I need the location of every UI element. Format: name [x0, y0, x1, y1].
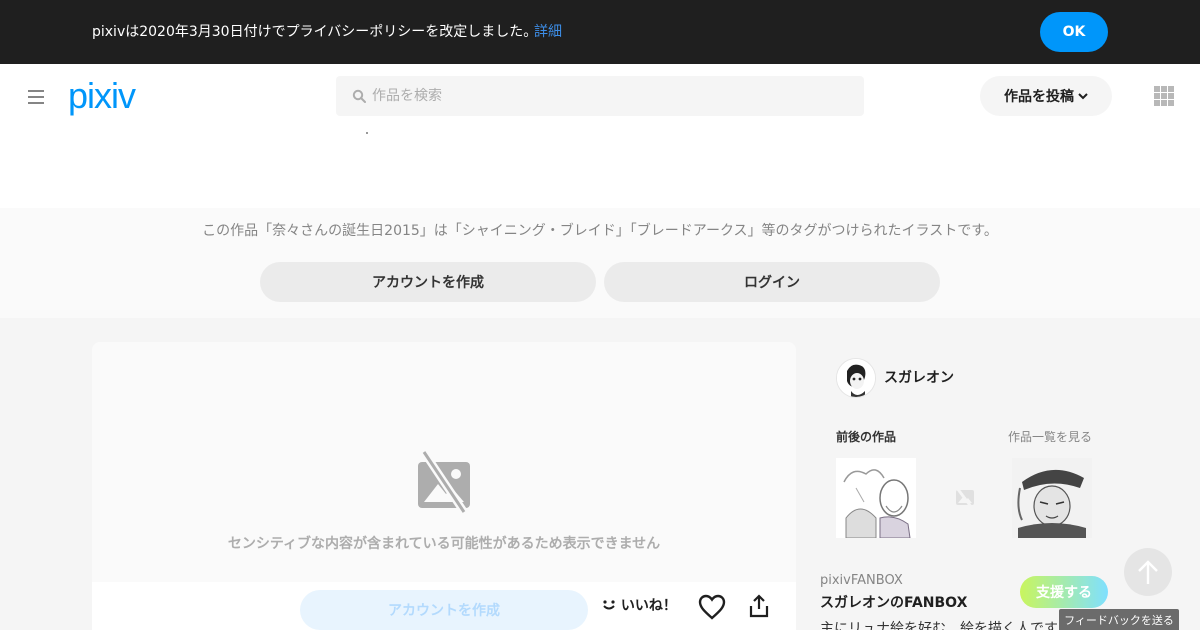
heart-icon[interactable]	[698, 594, 726, 620]
sensitive-content-message: センシティブな内容が含まれている可能性があるため表示できません	[227, 536, 661, 552]
hamburger-icon[interactable]	[28, 90, 44, 104]
fanbox-name[interactable]: スガレオンのFANBOX	[820, 594, 967, 612]
work-thumbnail-hidden[interactable]	[924, 458, 1004, 538]
work-thumbnail-previous[interactable]	[836, 458, 916, 538]
fanbox-support-button[interactable]: 支援する	[1020, 576, 1108, 608]
site-header: pixiv 作品を投稿	[0, 64, 1200, 208]
sketch-thumbnail-image	[1012, 458, 1092, 538]
like-button[interactable]: いいね！	[602, 596, 677, 616]
banner-login-button[interactable]: ログイン	[604, 262, 940, 302]
arrow-up-icon	[1138, 560, 1158, 584]
artwork-tag-banner: この作品「奈々さんの誕生日2015」は「シャイニング・ブレイド」「ブレードアーク…	[0, 208, 1200, 318]
fanbox-description: 主にリュナ絵を好む、絵を描く人です	[820, 621, 1058, 630]
artwork-create-account-button[interactable]: アカウントを作成	[300, 590, 588, 630]
post-work-label: 作品を投稿	[1004, 89, 1074, 105]
like-label: いいね！	[620, 598, 677, 614]
search-input[interactable]	[372, 76, 852, 116]
fanbox-label: pixivFANBOX	[820, 573, 903, 588]
share-icon[interactable]	[748, 594, 770, 618]
hidden-thumbnail-icon	[955, 487, 974, 509]
decorative-dot	[366, 132, 368, 134]
hidden-image-icon	[418, 450, 470, 514]
view-all-works-link[interactable]: 作品一覧を見る	[1008, 428, 1092, 446]
user-avatar[interactable]	[836, 358, 876, 398]
policy-details-link[interactable]: 詳細	[534, 22, 562, 42]
work-thumbnail-next[interactable]	[1012, 458, 1092, 538]
artwork-action-bar: アカウントを作成 いいね！	[92, 582, 796, 630]
search-icon	[352, 89, 366, 103]
policy-message: pixivは2020年3月30日付けでプライバシーポリシーを改定しました。	[92, 24, 538, 40]
post-work-button[interactable]: 作品を投稿	[980, 76, 1112, 116]
adjacent-works-heading: 前後の作品	[836, 430, 897, 444]
artwork-card: センシティブな内容が含まれている可能性があるため表示できません アカウントを作成…	[92, 342, 796, 630]
apps-grid-icon[interactable]	[1154, 86, 1174, 106]
feedback-button[interactable]: フィードバックを送る	[1059, 609, 1179, 630]
banner-create-account-button[interactable]: アカウントを作成	[260, 262, 596, 302]
chevron-down-icon	[1078, 93, 1088, 100]
artwork-description: この作品「奈々さんの誕生日2015」は「シャイニング・ブレイド」「ブレードアーク…	[202, 223, 998, 239]
scroll-to-top-button[interactable]	[1124, 548, 1172, 596]
pixiv-logo[interactable]: pixiv	[68, 76, 136, 116]
sketch-thumbnail-image	[836, 458, 916, 538]
policy-ok-button[interactable]: OK	[1040, 12, 1108, 52]
avatar-illustration	[837, 359, 875, 397]
smile-icon	[603, 600, 615, 610]
user-name[interactable]: スガレオン	[884, 368, 954, 388]
search-box[interactable]	[336, 76, 864, 116]
privacy-policy-bar: pixivは2020年3月30日付けでプライバシーポリシーを改定しました。 詳細…	[0, 0, 1200, 64]
